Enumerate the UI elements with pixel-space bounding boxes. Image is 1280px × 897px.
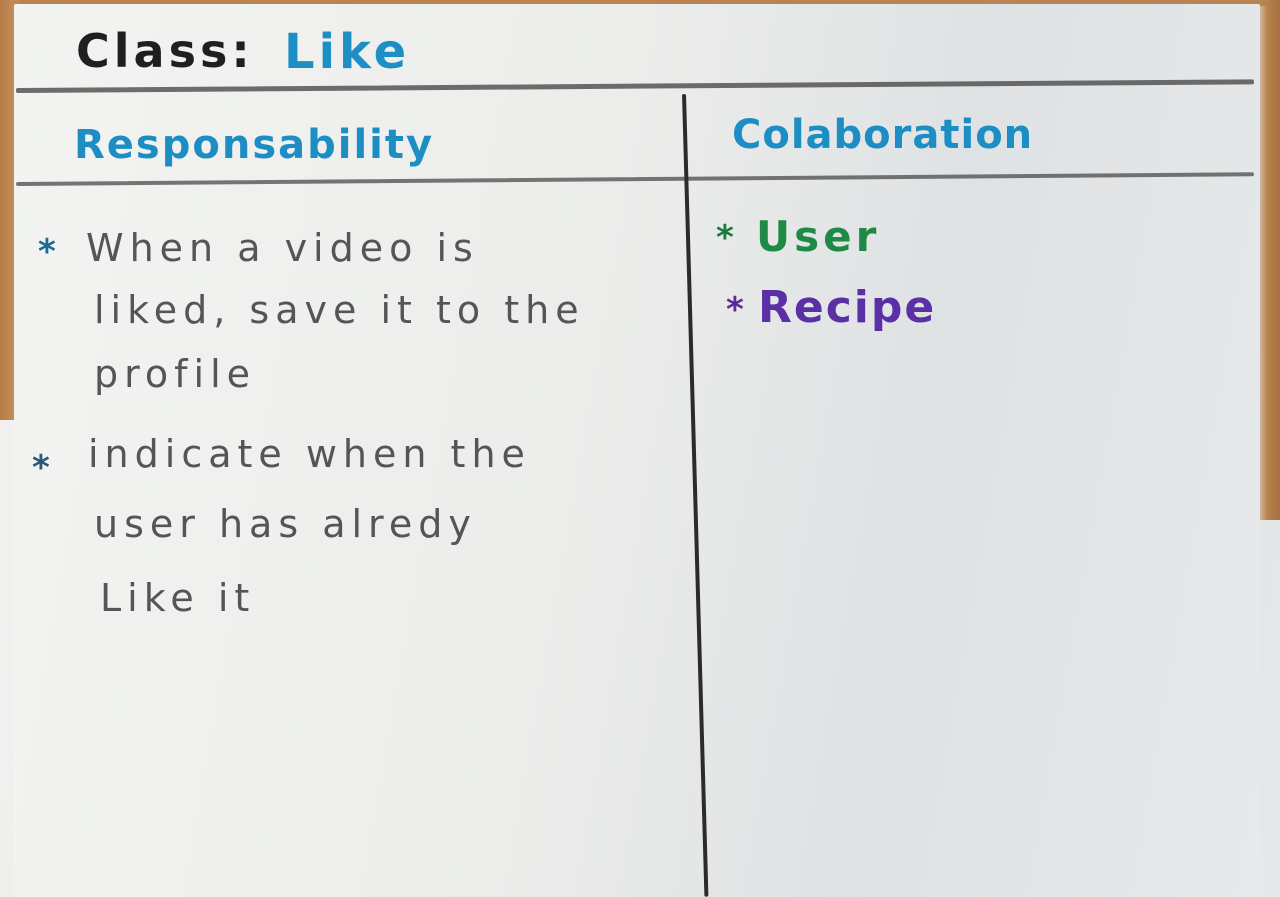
collaboration-header: Colaboration [732, 112, 1034, 158]
bullet-asterisk-icon: * [726, 290, 744, 330]
responsibility-2-line-2: user has alredy [94, 502, 477, 546]
responsibility-2-line-1: indicate when the [88, 432, 531, 476]
responsibility-1-line-1: When a video is [86, 226, 479, 270]
collaborator-user: User [756, 212, 881, 261]
class-label: Class: [76, 24, 254, 78]
collaborator-recipe: Recipe [758, 282, 937, 333]
responsibility-1-line-3: profile [94, 352, 257, 396]
crc-card-photo: Class: Like Responsability Colaboration … [0, 0, 1280, 897]
bullet-asterisk-icon: * [716, 218, 734, 258]
bullet-asterisk-icon: * [38, 232, 56, 272]
responsibility-header: Responsability [74, 122, 435, 168]
class-name: Like [284, 24, 411, 80]
responsibility-1-line-2: liked, save it to the [94, 288, 585, 332]
bullet-asterisk-icon: * [32, 448, 50, 488]
responsibility-2-line-3: Like it [100, 576, 256, 620]
